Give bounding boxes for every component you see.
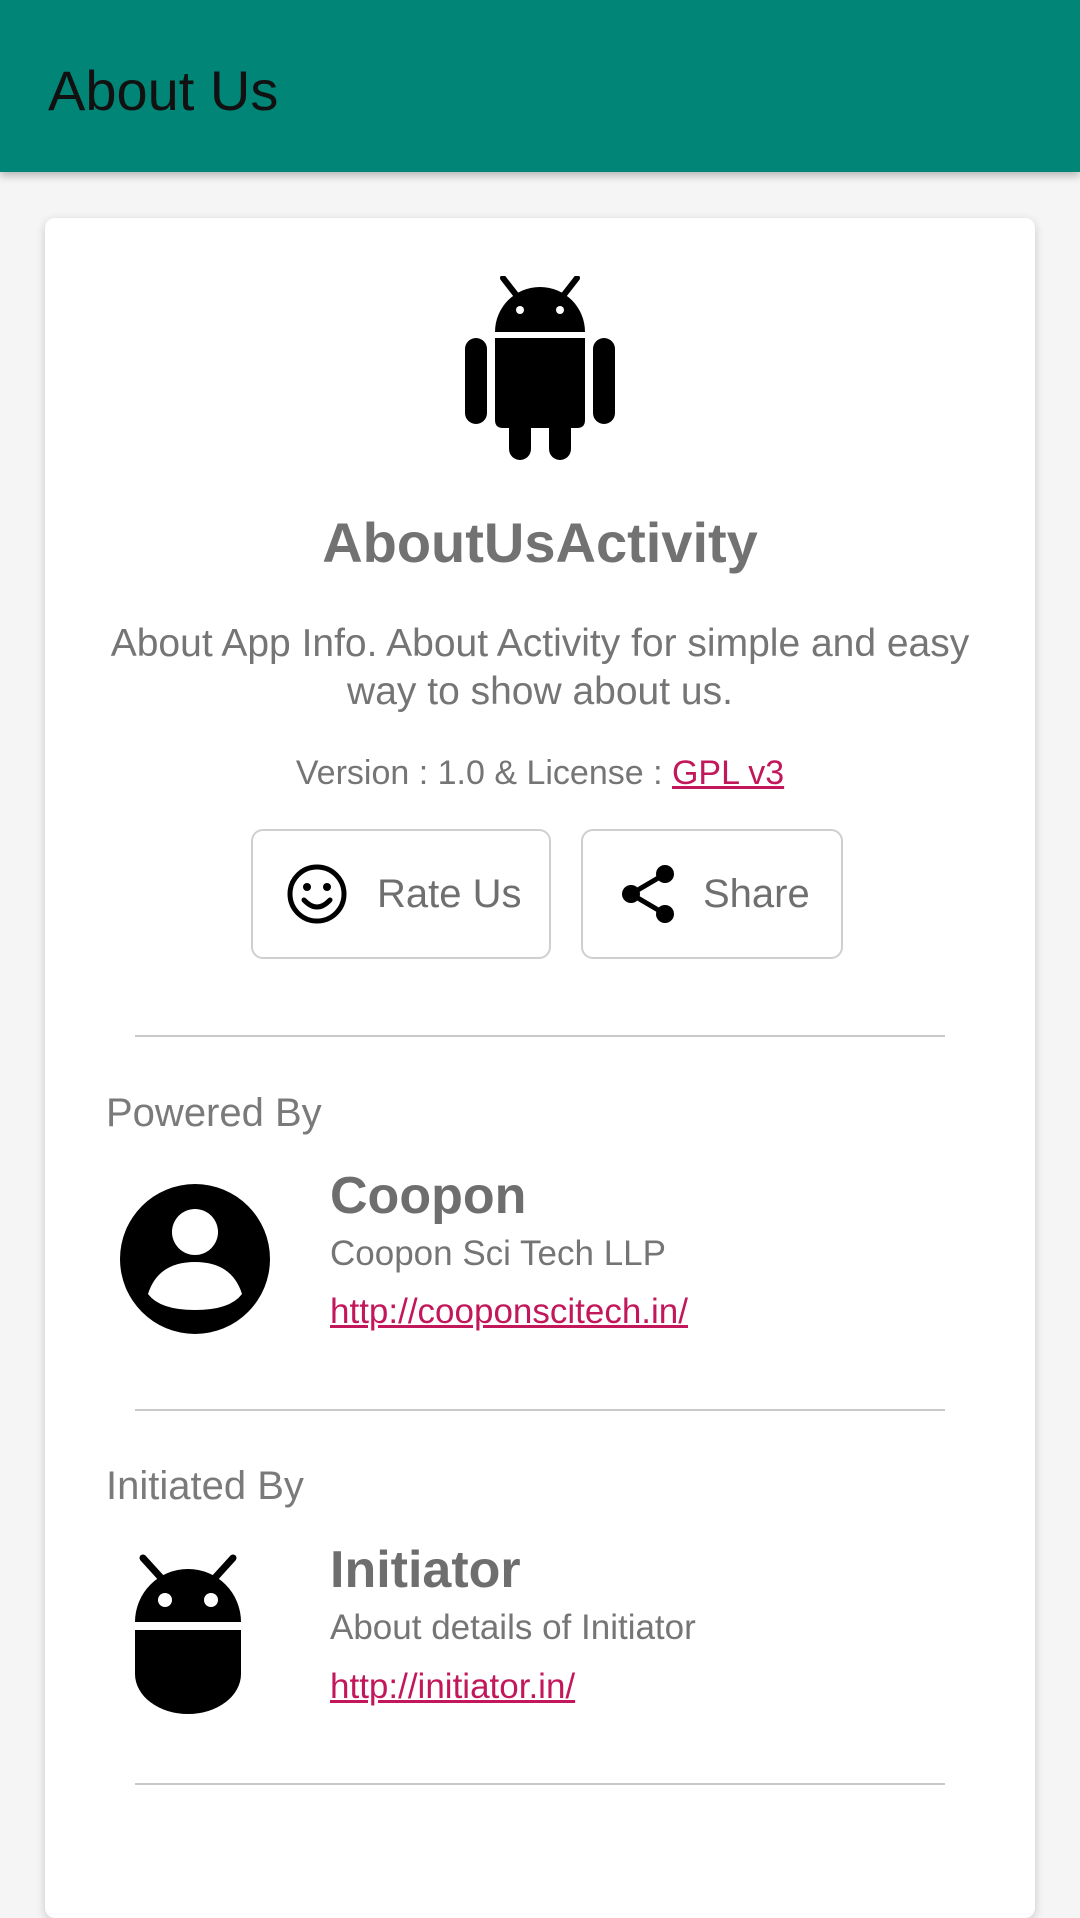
initiator-description: About details of Initiator (330, 1608, 696, 1647)
about-card: AboutUsActivity About App Info. About Ac… (45, 218, 1035, 1918)
smiley-icon (287, 864, 347, 924)
divider (135, 1035, 945, 1037)
share-icon (622, 865, 674, 923)
share-label: Share (703, 871, 810, 916)
android-head-icon (135, 1554, 241, 1714)
powered-by-description: Coopon Sci Tech LLP (330, 1234, 666, 1273)
version-license-line: Version : 1.0 & License : GPL v3 (45, 754, 1035, 793)
powered-by-name: Coopon (330, 1167, 527, 1225)
toolbar: About Us (0, 0, 1080, 172)
initiator-name: Initiator (330, 1541, 521, 1599)
divider (135, 1783, 945, 1785)
powered-by-url[interactable]: http://cooponscitech.in/ (330, 1292, 688, 1332)
divider (135, 1409, 945, 1411)
app-description: About App Info. About Activity for simpl… (110, 622, 970, 713)
share-button[interactable]: Share (581, 829, 843, 959)
powered-by-label: Powered By (106, 1091, 322, 1135)
rate-us-button[interactable]: Rate Us (251, 829, 551, 959)
account-circle-icon (120, 1184, 270, 1334)
android-icon (465, 276, 615, 460)
license-link[interactable]: GPL v3 (672, 754, 784, 792)
initiator-url[interactable]: http://initiator.in/ (330, 1667, 575, 1707)
rate-us-label: Rate Us (377, 871, 522, 916)
toolbar-title: About Us (48, 59, 279, 122)
initiated-by-label: Initiated By (106, 1464, 304, 1508)
version-text: Version : 1.0 & License : (295, 754, 672, 792)
app-name: AboutUsActivity (322, 511, 758, 574)
